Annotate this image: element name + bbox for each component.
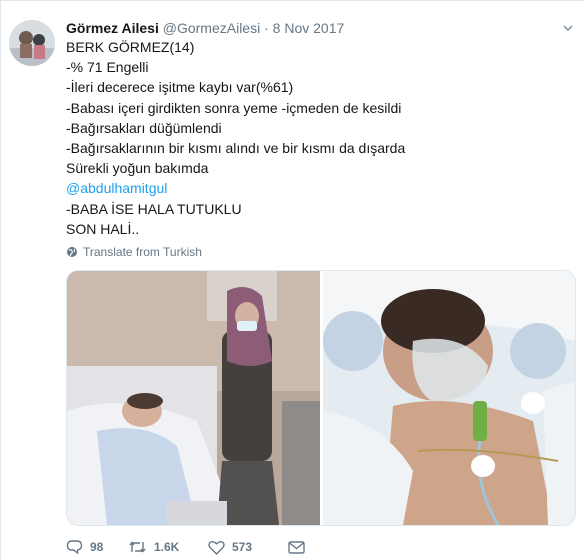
chevron-down-icon[interactable] <box>562 22 574 34</box>
tweet-line: Sürekli yoğun bakımda <box>66 160 209 177</box>
tweet-date[interactable]: 8 Nov 2017 <box>273 20 345 36</box>
tweet-line: -Bağırsaklarının bir kısmı alındı ve bir… <box>66 140 406 157</box>
photo-hospital-room[interactable] <box>67 271 320 525</box>
media-grid <box>66 270 576 526</box>
retweet-button[interactable]: 1.6K <box>128 540 208 554</box>
tweet-header: Görmez Ailesi @GormezAilesi · 8 Nov 2017 <box>66 19 344 37</box>
display-name[interactable]: Görmez Ailesi <box>66 20 159 36</box>
user-handle[interactable]: @GormezAilesi <box>163 20 260 36</box>
tweet-text: BERK GÖRMEZ(14) -% 71 Engelli -İleri dec… <box>66 37 566 239</box>
heart-icon <box>208 540 225 555</box>
envelope-icon <box>288 540 305 554</box>
tweet-line: -Babası içeri girdikten sonra yeme -içme… <box>66 99 402 116</box>
reply-icon <box>66 540 83 555</box>
photo-intensive-care[interactable] <box>323 271 575 525</box>
tweet-line: -BABA İSE HALA TUTUKLU <box>66 200 242 217</box>
like-count: 573 <box>232 540 253 554</box>
globe-icon <box>67 247 77 257</box>
translate-link[interactable]: Translate from Turkish <box>66 245 202 259</box>
avatar[interactable] <box>9 20 55 66</box>
translate-label: Translate from Turkish <box>83 245 202 259</box>
tweet-line: BERK GÖRMEZ(14) <box>66 39 195 55</box>
frame-top-border <box>0 0 584 1</box>
frame-left-border <box>0 0 1 560</box>
retweet-count: 1.6K <box>154 540 180 554</box>
separator-dot: · <box>264 20 269 36</box>
tweet-line: -Bağırsakları düğümlendi <box>66 119 222 136</box>
direct-message-button[interactable] <box>288 540 305 554</box>
reply-count: 98 <box>90 540 104 554</box>
reply-button[interactable]: 98 <box>66 539 128 555</box>
tweet-line: SON HALİ.. <box>66 220 140 237</box>
like-button[interactable]: 573 <box>208 540 288 555</box>
tweet-actions: 98 1.6K 573 <box>66 539 305 555</box>
tweet-line: -% 71 Engelli <box>66 59 149 76</box>
retweet-icon <box>129 541 146 553</box>
mention-link[interactable]: @abdulhamitgul <box>66 178 566 198</box>
tweet-line: -İleri decerece işitme kaybı var(%61) <box>66 79 294 96</box>
